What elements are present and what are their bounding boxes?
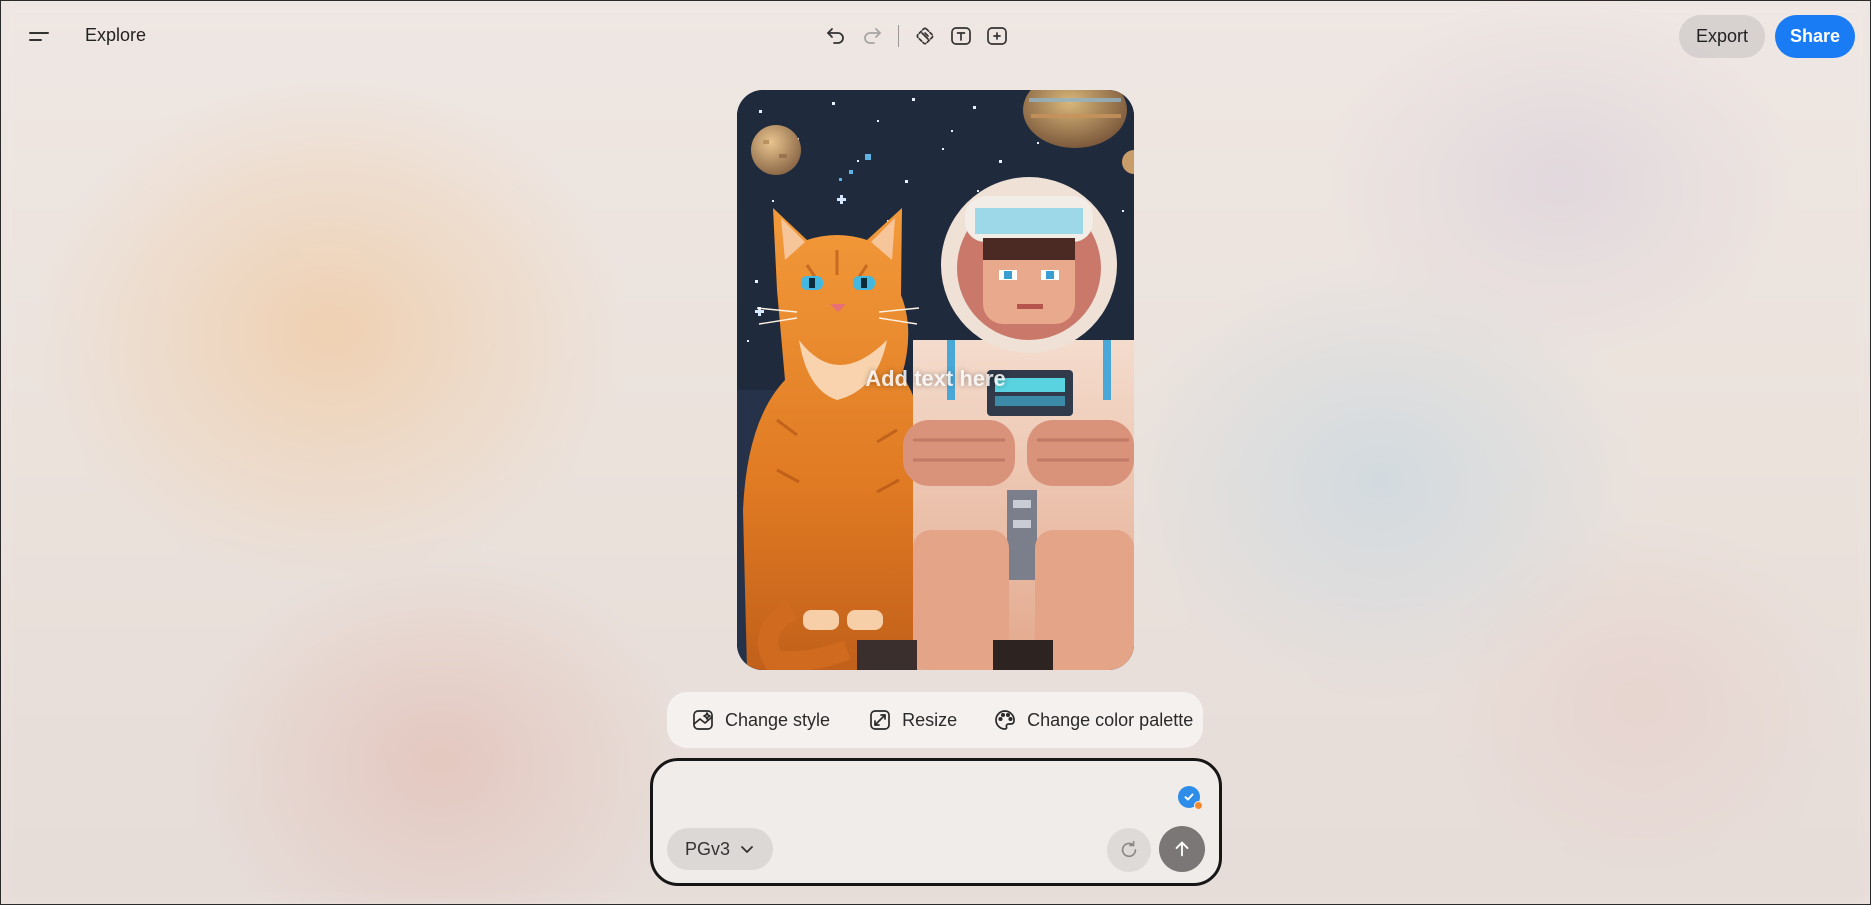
expand-tool-icon xyxy=(987,27,1007,45)
resize-icon xyxy=(870,710,890,730)
menu-line xyxy=(29,38,42,41)
palette-icon xyxy=(995,710,1015,730)
change-style-icon xyxy=(693,710,713,730)
change-color-palette-button[interactable]: Change color palette xyxy=(993,700,1193,740)
top-bar: Explore Export Share xyxy=(0,0,1871,72)
redo-button[interactable] xyxy=(854,18,890,54)
chevron-down-icon xyxy=(741,846,753,853)
resize-label: Resize xyxy=(902,709,958,730)
prompt-box: PGv3 xyxy=(650,758,1222,886)
undo-button[interactable] xyxy=(818,18,854,54)
expand-tool-button[interactable] xyxy=(979,18,1015,54)
generated-image[interactable]: Add text here xyxy=(737,90,1134,670)
menu-toggle-button[interactable] xyxy=(22,20,58,52)
arrow-up-icon xyxy=(1175,841,1189,857)
explore-link[interactable]: Explore xyxy=(85,25,146,46)
change-color-palette-label: Change color palette xyxy=(1027,709,1194,730)
change-style-button[interactable]: Change style xyxy=(691,700,830,740)
undo-icon xyxy=(827,28,844,44)
share-button[interactable]: Share xyxy=(1775,15,1855,58)
status-dot xyxy=(1194,801,1203,810)
prompt-input[interactable] xyxy=(671,775,1151,825)
menu-line xyxy=(29,31,49,34)
text-tool-icon xyxy=(951,27,971,45)
remove-background-icon xyxy=(916,27,934,45)
toolbar-divider xyxy=(898,25,899,47)
image-actions-bar: Change style Resize Change color palette xyxy=(667,692,1203,748)
submit-button[interactable] xyxy=(1159,826,1205,872)
resize-button[interactable]: Resize xyxy=(868,700,957,740)
add-text-placeholder[interactable]: Add text here xyxy=(737,366,1134,392)
change-style-label: Change style xyxy=(725,709,831,730)
checkmark-icon xyxy=(1184,793,1194,801)
model-select-label: PGv3 xyxy=(685,838,731,859)
text-tool-button[interactable] xyxy=(943,18,979,54)
model-select[interactable]: PGv3 xyxy=(667,828,773,870)
prompt-assist-toggle[interactable] xyxy=(1178,786,1203,810)
redo-icon xyxy=(864,28,881,44)
editor-toolbar xyxy=(818,18,1015,54)
export-button[interactable]: Export xyxy=(1679,15,1765,58)
refresh-icon xyxy=(1121,840,1137,858)
regenerate-button[interactable] xyxy=(1107,828,1151,872)
remove-background-button[interactable] xyxy=(907,18,943,54)
